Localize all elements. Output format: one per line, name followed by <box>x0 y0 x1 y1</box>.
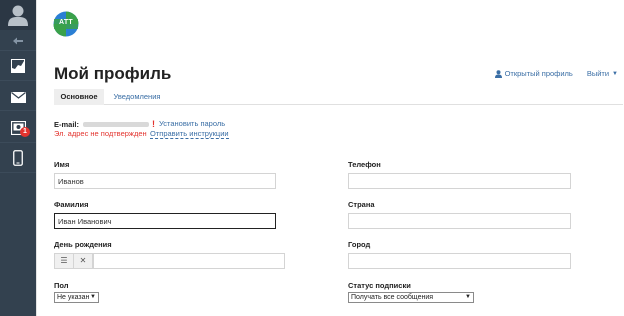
collapse-icon[interactable] <box>0 34 36 48</box>
sidebar-divider <box>0 172 36 173</box>
last-name-input[interactable] <box>54 213 276 229</box>
set-password-link[interactable]: Установить пароль <box>159 119 225 128</box>
chart-icon[interactable] <box>0 55 36 77</box>
city-input[interactable] <box>348 253 571 269</box>
email-label: E-mail: <box>54 119 80 129</box>
gender-select-value: Не указан <box>57 294 90 301</box>
chevron-down-icon: ▼ <box>612 70 618 77</box>
phone-icon[interactable] <box>0 146 36 170</box>
city-label: Город <box>348 240 371 249</box>
tabs: Основное Уведомления <box>54 89 623 105</box>
user-icon <box>494 69 502 78</box>
open-profile-label: Открытый профиль <box>504 69 573 78</box>
logout-dropdown[interactable]: Выйти ▼ <box>587 69 618 78</box>
email-unconfirmed-text: Эл. адрес не подтвержден <box>54 129 147 138</box>
email-warning-mark: ! <box>152 119 156 129</box>
clear-date-icon[interactable]: ✕ <box>73 253 93 269</box>
phone-label: Телефон <box>348 160 381 169</box>
chevron-down-icon: ▼ <box>90 294 96 300</box>
sidebar-divider <box>0 110 36 111</box>
chevron-down-icon: ▼ <box>465 294 471 300</box>
last-name-label: Фамилия <box>54 200 89 209</box>
logout-label: Выйти <box>586 69 610 78</box>
main-content: ATT Мой профиль Открытый профиль Выйти ▼… <box>36 0 624 316</box>
birthday-input[interactable] <box>93 253 285 269</box>
calendar-icon[interactable]: ☰ <box>54 253 74 269</box>
gender-label: Пол <box>54 281 69 290</box>
gender-select[interactable]: Не указан ▼ <box>54 292 99 303</box>
tab-main[interactable]: Основное <box>54 89 104 105</box>
avatar-icon[interactable] <box>0 0 36 30</box>
sidebar-divider <box>0 142 36 143</box>
page-title: Мой профиль <box>54 64 172 83</box>
first-name-label: Имя <box>54 160 70 169</box>
phone-input[interactable] <box>348 173 571 189</box>
inbox-icon[interactable]: 1 <box>0 116 36 140</box>
sidebar-divider <box>0 80 36 81</box>
mail-icon[interactable] <box>0 86 36 108</box>
send-instructions-link[interactable]: Отправить инструкции <box>150 129 229 139</box>
notification-badge: 1 <box>20 127 30 137</box>
logo-text: ATT <box>59 19 73 26</box>
first-name-input[interactable] <box>54 173 276 189</box>
country-label: Страна <box>348 200 375 209</box>
email-row: E-mail: ! <box>54 119 155 129</box>
open-profile-link[interactable]: Открытый профиль <box>494 69 573 78</box>
logo-icon[interactable]: ATT <box>53 11 79 37</box>
sidebar-divider <box>0 50 36 51</box>
country-input[interactable] <box>348 213 571 229</box>
top-links: Открытый профиль Выйти ▼ <box>494 69 618 78</box>
tab-notifications[interactable]: Уведомления <box>104 89 170 105</box>
subscription-label: Статус подписки <box>348 281 411 290</box>
subscription-select-value: Получать все сообщения <box>351 294 434 301</box>
email-value-redacted <box>83 121 150 127</box>
sidebar: 1 <box>0 0 36 316</box>
birthday-label: День рождения <box>54 240 112 249</box>
subscription-select[interactable]: Получать все сообщения ▼ <box>348 292 474 303</box>
